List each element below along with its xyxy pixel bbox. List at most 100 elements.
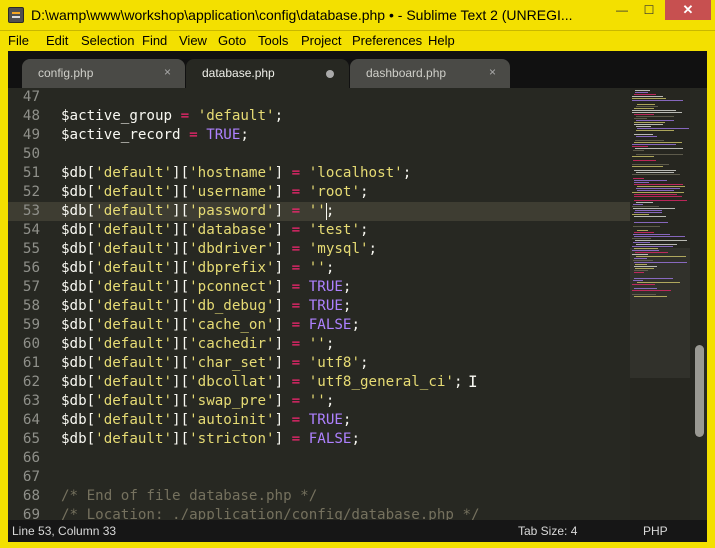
minimap-line xyxy=(633,280,643,281)
menu-edit[interactable]: Edit xyxy=(46,33,68,48)
minimap-line xyxy=(632,96,663,97)
code-token: = xyxy=(291,241,301,257)
text-caret xyxy=(326,203,327,220)
code-token: $db[ xyxy=(61,165,96,181)
syntax-selector[interactable]: PHP xyxy=(643,524,668,538)
code-line[interactable]: 47 xyxy=(8,88,630,107)
code-token: TRUE xyxy=(308,279,343,295)
tab-close-icon[interactable]: × xyxy=(489,65,496,79)
code-token: 'default' xyxy=(95,298,173,314)
code-line[interactable]: 55 $db['default']['dbdriver'] = 'mysql'; xyxy=(8,240,630,259)
code-token: = xyxy=(291,374,301,390)
code-text: $db['default']['pconnect'] = TRUE; xyxy=(61,278,351,297)
code-line[interactable]: 66 xyxy=(8,449,630,468)
minimize-button[interactable]: — xyxy=(609,0,635,20)
code-line[interactable]: 57 $db['default']['pconnect'] = TRUE; xyxy=(8,278,630,297)
window-frame-right xyxy=(707,51,715,548)
menu-help[interactable]: Help xyxy=(428,33,455,48)
menu-bar: File Edit Selection Find View Goto Tools… xyxy=(0,31,715,51)
vertical-scrollbar[interactable] xyxy=(691,88,707,520)
code-token: 'default' xyxy=(95,355,173,371)
code-token: ][ xyxy=(172,298,190,314)
code-text: $db['default']['char_set'] = 'utf8'; xyxy=(61,354,369,373)
menu-selection[interactable]: Selection xyxy=(81,33,134,48)
code-line[interactable]: 67 xyxy=(8,468,630,487)
maximize-button[interactable]: ☐ xyxy=(636,0,662,20)
code-token: $db[ xyxy=(61,222,96,238)
menu-tools[interactable]: Tools xyxy=(258,33,288,48)
scrollbar-thumb[interactable] xyxy=(695,345,704,437)
code-line[interactable]: 58 $db['default']['db_debug'] = TRUE; xyxy=(8,297,630,316)
code-token: '' xyxy=(308,203,326,219)
code-token: 'default' xyxy=(95,336,173,352)
code-token: $db[ xyxy=(61,393,96,409)
code-token: ][ xyxy=(172,279,190,295)
line-number: 57 xyxy=(22,279,40,295)
tab-close-icon[interactable]: × xyxy=(164,65,171,79)
code-line[interactable]: 61 $db['default']['char_set'] = 'utf8'; xyxy=(8,354,630,373)
code-line[interactable]: 50 xyxy=(8,145,630,164)
line-number: 52 xyxy=(22,184,40,200)
code-token: ][ xyxy=(172,317,190,333)
code-token: 'default' xyxy=(95,431,173,447)
code-editor[interactable]: 47 48 $active_group = 'default'; 49 $active_… xyxy=(8,88,630,520)
tab-database-php[interactable]: database.php xyxy=(186,59,349,88)
code-token: 'default' xyxy=(197,108,275,124)
code-line[interactable]: 60 $db['default']['cachedir'] = ''; xyxy=(8,335,630,354)
code-token: = xyxy=(291,203,301,219)
code-token: $db[ xyxy=(61,336,96,352)
code-token: 'dbcollat' xyxy=(189,374,275,390)
line-number: 56 xyxy=(22,260,40,276)
code-text: $db['default']['hostname'] = 'localhost'… xyxy=(61,164,411,183)
code-token: 'database' xyxy=(189,222,275,238)
tab-dashboard-php[interactable]: dashboard.php × xyxy=(350,59,510,88)
code-line[interactable]: 51 $db['default']['hostname'] = 'localhos… xyxy=(8,164,630,183)
menu-project[interactable]: Project xyxy=(301,33,341,48)
minimap-line xyxy=(634,142,682,143)
minimap-line xyxy=(637,128,689,129)
code-token: 'dbdriver' xyxy=(189,241,275,257)
code-text: $db['default']['autoinit'] = TRUE; xyxy=(61,411,351,430)
code-line[interactable]: 64 $db['default']['autoinit'] = TRUE; xyxy=(8,411,630,430)
code-text: $db['default']['db_debug'] = TRUE; xyxy=(61,297,351,316)
code-text: /* End of file database.php */ xyxy=(61,487,317,506)
menu-preferences[interactable]: Preferences xyxy=(352,33,422,48)
close-window-button[interactable]: ✕ xyxy=(665,0,711,20)
minimap-line xyxy=(637,186,685,187)
code-line[interactable]: 63 $db['default']['swap_pre'] = ''; xyxy=(8,392,630,411)
code-line[interactable]: 53 $db['default']['password'] = ''; xyxy=(8,202,630,221)
menu-find[interactable]: Find xyxy=(142,33,167,48)
tab-size-selector[interactable]: Tab Size: 4 xyxy=(518,524,577,538)
code-token: ] xyxy=(274,393,292,409)
unsaved-dot-icon[interactable] xyxy=(326,70,334,78)
code-line[interactable]: 48 $active_group = 'default'; xyxy=(8,107,630,126)
code-line[interactable]: 54 $db['default']['database'] = 'test'; xyxy=(8,221,630,240)
code-token: 'autoinit' xyxy=(189,412,275,428)
code-token: $db[ xyxy=(61,241,96,257)
cursor-position: Line 53, Column 33 xyxy=(12,524,117,538)
code-token: ; xyxy=(351,431,361,447)
minimap-line xyxy=(632,250,659,251)
code-line[interactable]: 65 $db['default']['stricton'] = FALSE; xyxy=(8,430,630,449)
code-text: $db['default']['cachedir'] = ''; xyxy=(61,335,334,354)
menu-view[interactable]: View xyxy=(179,33,207,48)
tab-config-php[interactable]: config.php × xyxy=(22,59,185,88)
code-line[interactable]: 62 $db['default']['dbcollat'] = 'utf8_gen… xyxy=(8,373,630,392)
code-line[interactable]: 52 $db['default']['username'] = 'root'; xyxy=(8,183,630,202)
code-line[interactable]: 56 $db['default']['dbprefix'] = ''; xyxy=(8,259,630,278)
sublime-app-icon[interactable] xyxy=(8,7,24,23)
menu-goto[interactable]: Goto xyxy=(218,33,246,48)
minimap-line xyxy=(637,104,655,105)
minimap[interactable] xyxy=(630,88,690,520)
minimap-line xyxy=(634,232,654,233)
code-line[interactable]: 59 $db['default']['cache_on'] = FALSE; xyxy=(8,316,630,335)
code-line[interactable]: 68 /* End of file database.php */ xyxy=(8,487,630,506)
code-line[interactable]: 69 /* Location: ./application/config/data… xyxy=(8,506,630,520)
code-line[interactable]: 49 $active_record = TRUE; xyxy=(8,126,630,145)
code-token: = xyxy=(291,355,301,371)
minimap-line xyxy=(632,110,676,111)
code-token: 'default' xyxy=(95,165,173,181)
menu-file[interactable]: File xyxy=(8,33,29,48)
